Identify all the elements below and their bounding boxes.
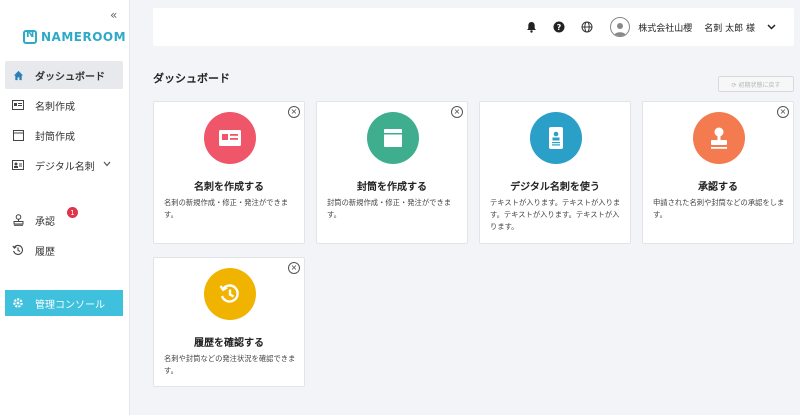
sidebar-item-label: デジタル名刺 [35,161,95,173]
card-check-history[interactable]: × 履歴を確認する 名刺や封筒などの発注状況を確認できます。 [153,257,305,387]
avatar[interactable] [610,17,631,37]
sidebar-item-envelope-create[interactable]: 封筒作成 [5,121,123,149]
user-name: 名刺 太郎 様 [704,23,755,34]
sidebar: « NAMEROOM ダッシュボード 名刺作成 封筒作成 デジタル名刺 [0,0,130,415]
card-create-envelope[interactable]: × 封筒を作成する 封筒の新規作成・修正・発注ができます。 [316,101,468,244]
collapse-sidebar-button[interactable]: « [110,8,117,22]
sidebar-item-label: 封筒作成 [35,131,75,143]
close-icon[interactable]: × [288,262,300,274]
sidebar-item-label: ダッシュボード [35,71,105,83]
card-icon-circle [204,268,256,320]
sidebar-item-card-create[interactable]: 名刺作成 [5,91,123,119]
sidebar-item-label: 名刺作成 [35,101,75,113]
chevron-down-icon[interactable] [767,22,776,33]
card-use-digital-card[interactable]: デジタル名刺を使う テキストが入ります。テキストが入ります。テキストが入ります。… [479,101,631,244]
card-icon-circle [530,112,582,164]
card-description: 名刺の新規作成・修正・発注ができます。 [164,198,289,219]
id-card-icon [12,159,24,171]
svg-text:?: ? [557,23,562,32]
home-icon [12,69,24,81]
page-title: ダッシュボード [153,72,230,85]
card-description: 封筒の新規作成・修正・発注ができます。 [327,198,452,219]
stamp-icon [12,214,24,226]
card-title: 承認する [698,182,738,193]
sidebar-item-approval[interactable]: 承認 1 [5,206,123,234]
stamp-icon [711,127,727,149]
card-approve[interactable]: × 承認する 申請された名刺や封筒などの承認をします。 [642,101,794,244]
reset-layout-button[interactable]: ⟳ 初期状態に戻す [718,76,794,92]
envelope-icon [12,129,24,141]
logo-text: NAMEROOM [41,30,127,44]
close-icon[interactable]: × [288,106,300,118]
help-icon[interactable]: ? [552,20,566,34]
top-bar: ? 株式会社山櫻 名刺 太郎 様 [153,8,794,46]
card-icon-circle [367,112,419,164]
business-card-icon [219,130,241,146]
logo[interactable]: NAMEROOM [23,29,127,44]
card-create-business-card[interactable]: × 名刺を作成する 名刺の新規作成・修正・発注ができます。 [153,101,305,244]
approval-count-badge: 1 [67,207,78,218]
company-name: 株式会社山櫻 [638,23,693,34]
card-description: 申請された名刺や封筒などの承認をします。 [653,198,785,219]
card-title: デジタル名刺を使う [510,182,600,193]
gear-icon [12,297,24,309]
history-icon [219,284,239,303]
chevron-down-icon[interactable] [103,160,111,170]
bell-icon[interactable] [524,20,538,34]
card-description: 名刺や封筒などの発注状況を確認できます。 [164,354,296,375]
close-icon[interactable]: × [451,106,463,118]
card-icon-circle [693,112,745,164]
card-icon-circle [204,112,256,164]
history-icon [12,244,24,256]
globe-icon[interactable] [580,20,594,34]
sidebar-item-label: 承認 [35,216,55,228]
card-icon [12,99,24,111]
card-title: 名刺を作成する [194,182,264,193]
smartphone-icon [549,127,563,149]
sidebar-item-digital-card[interactable]: デジタル名刺 [5,151,123,179]
close-icon[interactable]: × [777,106,789,118]
logo-icon [23,29,37,44]
sidebar-item-dashboard[interactable]: ダッシュボード [5,61,123,89]
envelope-icon [384,129,402,147]
avatar-icon [614,23,627,36]
card-description: テキストが入ります。テキストが入ります。テキストが入ります。テキストが入ります。 [490,198,621,231]
card-title: 封筒を作成する [357,182,427,193]
admin-console-label: 管理コンソール [35,299,105,311]
sidebar-item-label: 履歴 [35,246,55,258]
sidebar-item-admin-console[interactable]: 管理コンソール [5,290,123,316]
sidebar-item-history[interactable]: 履歴 [5,236,123,264]
card-title: 履歴を確認する [194,338,264,349]
